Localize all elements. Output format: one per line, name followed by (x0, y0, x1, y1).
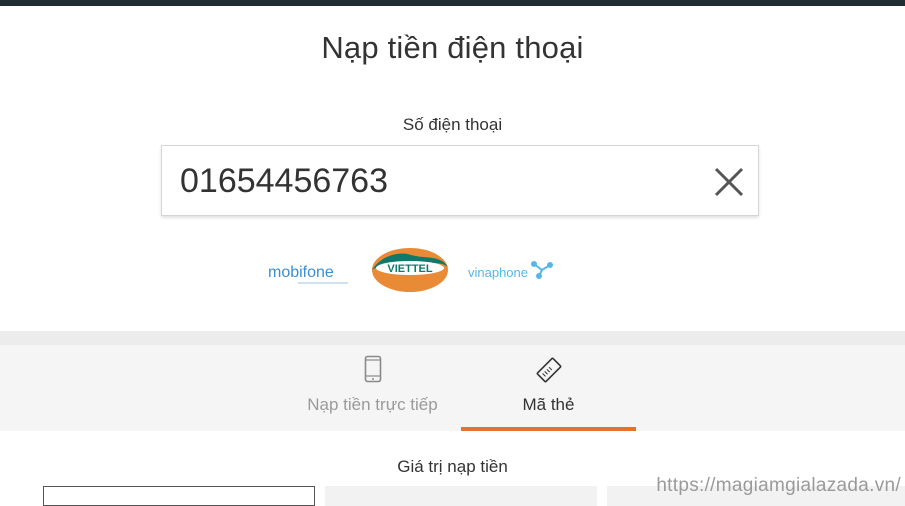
topup-option[interactable] (325, 486, 597, 506)
mobifone-logo-text: mobifone (268, 264, 334, 281)
card-icon (536, 357, 561, 383)
page-title: Nạp tiền điện thoại (321, 30, 584, 65)
tab-direct-topup[interactable]: Nạp tiền trực tiếp (285, 345, 460, 431)
tab-bar-separator (0, 331, 905, 345)
phone-label: Số điện thoại (402, 115, 503, 134)
active-tab-indicator (461, 427, 636, 431)
phone-input[interactable] (180, 159, 700, 203)
viettel-logo[interactable]: VIETTEL (371, 247, 449, 293)
close-icon (714, 167, 744, 197)
top-bar (0, 0, 905, 6)
viettel-logo-text: VIETTEL (387, 263, 433, 275)
carrier-logos: mobifone VIETTEL vinaphone (0, 240, 905, 300)
topup-value-label: Giá trị nạp tiền (397, 457, 508, 476)
mobifone-logo[interactable]: mobifone (268, 258, 358, 288)
mobile-phone-icon (364, 355, 381, 383)
vinaphone-logo-text: vinaphone (468, 265, 528, 280)
tab-direct-topup-label: Nạp tiền trực tiếp (307, 395, 438, 414)
clear-button[interactable] (712, 165, 746, 199)
tab-card-code[interactable]: Mã thẻ (461, 345, 636, 431)
topup-option[interactable] (43, 486, 315, 506)
phone-field (161, 145, 759, 216)
vinaphone-logo[interactable]: vinaphone (468, 256, 558, 286)
watermark: https://magiamgialazada.vn/ (656, 475, 901, 496)
tab-card-code-label: Mã thẻ (522, 395, 575, 414)
